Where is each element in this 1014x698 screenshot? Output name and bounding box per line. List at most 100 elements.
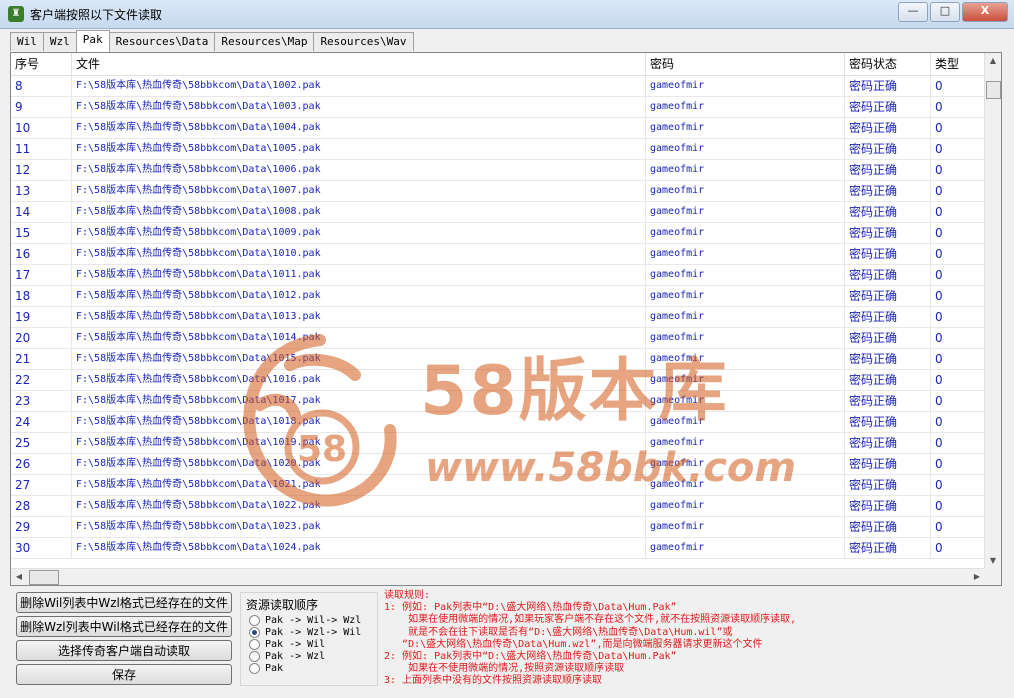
read-order-option[interactable]: Pak -> Wzl-> Wil: [249, 626, 361, 638]
row-file-path: F:\58版本库\热血传奇\58bbkcom\Data\1006.pak: [72, 160, 646, 181]
close-button[interactable]: X: [962, 2, 1008, 22]
delete-wil-duplicates-button[interactable]: 删除Wil列表中Wzl格式已经存在的文件: [16, 592, 232, 613]
minimize-button[interactable]: —: [898, 2, 928, 22]
table-row[interactable]: 26 F:\58版本库\热血传奇\58bbkcom\Data\1020.pak ga…: [11, 454, 985, 475]
radio-button-icon[interactable]: [249, 638, 260, 650]
tab-pak[interactable]: Pak: [75, 30, 110, 52]
table-row[interactable]: 14 F:\58版本库\热血传奇\58bbkcom\Data\1008.pak ga…: [11, 202, 985, 223]
select-client-button[interactable]: 选择传奇客户端自动读取: [16, 640, 232, 661]
radio-button-icon[interactable]: [249, 626, 260, 638]
tab-resources-map[interactable]: Resources\Map: [214, 32, 315, 51]
row-type: 0: [931, 370, 985, 391]
row-password: gameofmir: [646, 349, 845, 370]
tab-wzl[interactable]: Wzl: [42, 32, 77, 51]
row-password-status: 密码正确: [845, 139, 931, 160]
delete-wzl-duplicates-button[interactable]: 删除Wzl列表中Wil格式已经存在的文件: [16, 616, 232, 637]
horizontal-scroll-thumb[interactable]: [29, 570, 59, 585]
row-password: gameofmir: [646, 118, 845, 139]
scroll-up-icon[interactable]: ▲: [985, 53, 1001, 69]
table-row[interactable]: 29 F:\58版本库\热血传奇\58bbkcom\Data\1023.pak ga…: [11, 517, 985, 538]
row-index: 26: [11, 454, 72, 475]
row-index: 14: [11, 202, 72, 223]
row-type: 0: [931, 391, 985, 412]
row-password: gameofmir: [646, 496, 845, 517]
row-index: 27: [11, 475, 72, 496]
row-password: gameofmir: [646, 265, 845, 286]
table-row[interactable]: 16 F:\58版本库\热血传奇\58bbkcom\Data\1010.pak ga…: [11, 244, 985, 265]
row-type: 0: [931, 139, 985, 160]
horizontal-scrollbar[interactable]: ◀ ▶: [11, 568, 985, 585]
read-order-option[interactable]: Pak -> Wil: [249, 638, 325, 650]
row-file-path: F:\58版本库\热血传奇\58bbkcom\Data\1021.pak: [72, 475, 646, 496]
table-row[interactable]: 10 F:\58版本库\热血传奇\58bbkcom\Data\1004.pak ga…: [11, 118, 985, 139]
table-row[interactable]: 22 F:\58版本库\热血传奇\58bbkcom\Data\1016.pak ga…: [11, 370, 985, 391]
table-row[interactable]: 18 F:\58版本库\热血传奇\58bbkcom\Data\1012.pak ga…: [11, 286, 985, 307]
column-header-type[interactable]: 类型: [931, 53, 985, 75]
table-row[interactable]: 20 F:\58版本库\热血传奇\58bbkcom\Data\1014.pak ga…: [11, 328, 985, 349]
column-header-password-status[interactable]: 密码状态: [845, 53, 931, 75]
row-password-status: 密码正确: [845, 160, 931, 181]
radio-button-icon[interactable]: [249, 662, 260, 674]
row-password-status: 密码正确: [845, 349, 931, 370]
row-file-path: F:\58版本库\热血传奇\58bbkcom\Data\1018.pak: [72, 412, 646, 433]
save-button[interactable]: 保存: [16, 664, 232, 685]
column-header-index[interactable]: 序号: [11, 53, 72, 75]
row-password: gameofmir: [646, 475, 845, 496]
table-row[interactable]: 25 F:\58版本库\热血传奇\58bbkcom\Data\1019.pak ga…: [11, 433, 985, 454]
table-row[interactable]: 30 F:\58版本库\热血传奇\58bbkcom\Data\1024.pak ga…: [11, 538, 985, 559]
table-row[interactable]: 11 F:\58版本库\热血传奇\58bbkcom\Data\1005.pak ga…: [11, 139, 985, 160]
vertical-scroll-thumb[interactable]: [986, 81, 1001, 99]
table-row[interactable]: 9 F:\58版本库\热血传奇\58bbkcom\Data\1003.pak gam…: [11, 97, 985, 118]
scroll-right-icon[interactable]: ▶: [969, 569, 985, 585]
row-password-status: 密码正确: [845, 391, 931, 412]
radio-button-icon[interactable]: [249, 650, 260, 662]
row-file-path: F:\58版本库\热血传奇\58bbkcom\Data\1015.pak: [72, 349, 646, 370]
row-password: gameofmir: [646, 244, 845, 265]
row-file-path: F:\58版本库\热血传奇\58bbkcom\Data\1024.pak: [72, 538, 646, 559]
title-bar: ♜ 客户端按照以下文件读取 — □ X: [0, 0, 1014, 29]
tab-resources-wav[interactable]: Resources\Wav: [313, 32, 414, 51]
column-header-file[interactable]: 文件: [72, 53, 646, 75]
table-row[interactable]: 24 F:\58版本库\热血传奇\58bbkcom\Data\1018.pak ga…: [11, 412, 985, 433]
table-row[interactable]: 19 F:\58版本库\热血传奇\58bbkcom\Data\1013.pak ga…: [11, 307, 985, 328]
table-row[interactable]: 8 F:\58版本库\热血传奇\58bbkcom\Data\1002.pak gam…: [11, 76, 985, 97]
row-password: gameofmir: [646, 412, 845, 433]
row-index: 10: [11, 118, 72, 139]
table-row[interactable]: 27 F:\58版本库\热血传奇\58bbkcom\Data\1021.pak ga…: [11, 475, 985, 496]
row-file-path: F:\58版本库\热血传奇\58bbkcom\Data\1011.pak: [72, 265, 646, 286]
row-type: 0: [931, 118, 985, 139]
row-password-status: 密码正确: [845, 307, 931, 328]
table-row[interactable]: 13 F:\58版本库\热血传奇\58bbkcom\Data\1007.pak ga…: [11, 181, 985, 202]
read-order-option[interactable]: Pak -> Wzl: [249, 650, 325, 662]
row-password: gameofmir: [646, 286, 845, 307]
row-password-status: 密码正确: [845, 370, 931, 391]
scroll-left-icon[interactable]: ◀: [11, 569, 27, 585]
row-index: 13: [11, 181, 72, 202]
row-type: 0: [931, 181, 985, 202]
table-row[interactable]: 15 F:\58版本库\热血传奇\58bbkcom\Data\1009.pak ga…: [11, 223, 985, 244]
read-order-title: 资源读取顺序: [246, 596, 319, 613]
table-row[interactable]: 28 F:\58版本库\热血传奇\58bbkcom\Data\1022.pak ga…: [11, 496, 985, 517]
tab-resources-data[interactable]: Resources\Data: [108, 32, 216, 51]
row-password: gameofmir: [646, 97, 845, 118]
table-row[interactable]: 12 F:\58版本库\热血传奇\58bbkcom\Data\1006.pak ga…: [11, 160, 985, 181]
file-list[interactable]: 序号 文件 密码 密码状态 类型 8 F:\58版本库\热血传奇\58bbkcom…: [10, 52, 1002, 586]
tab-wil[interactable]: Wil: [10, 32, 44, 51]
radio-button-icon[interactable]: [249, 614, 260, 626]
scrollbar-corner: [985, 569, 1001, 585]
table-row[interactable]: 21 F:\58版本库\热血传奇\58bbkcom\Data\1015.pak ga…: [11, 349, 985, 370]
maximize-button[interactable]: □: [930, 2, 960, 22]
row-type: 0: [931, 412, 985, 433]
row-password: gameofmir: [646, 223, 845, 244]
read-order-option[interactable]: Pak -> Wil-> Wzl: [249, 614, 361, 626]
row-index: 24: [11, 412, 72, 433]
row-file-path: F:\58版本库\热血传奇\58bbkcom\Data\1022.pak: [72, 496, 646, 517]
table-row[interactable]: 23 F:\58版本库\热血传奇\58bbkcom\Data\1017.pak ga…: [11, 391, 985, 412]
read-order-option[interactable]: Pak: [249, 662, 283, 674]
table-row[interactable]: 17 F:\58版本库\热血传奇\58bbkcom\Data\1011.pak ga…: [11, 265, 985, 286]
vertical-scrollbar[interactable]: ▲ ▼: [984, 53, 1001, 569]
row-index: 8: [11, 76, 72, 97]
column-header-password[interactable]: 密码: [646, 53, 845, 75]
row-password: gameofmir: [646, 307, 845, 328]
scroll-down-icon[interactable]: ▼: [985, 553, 1001, 569]
